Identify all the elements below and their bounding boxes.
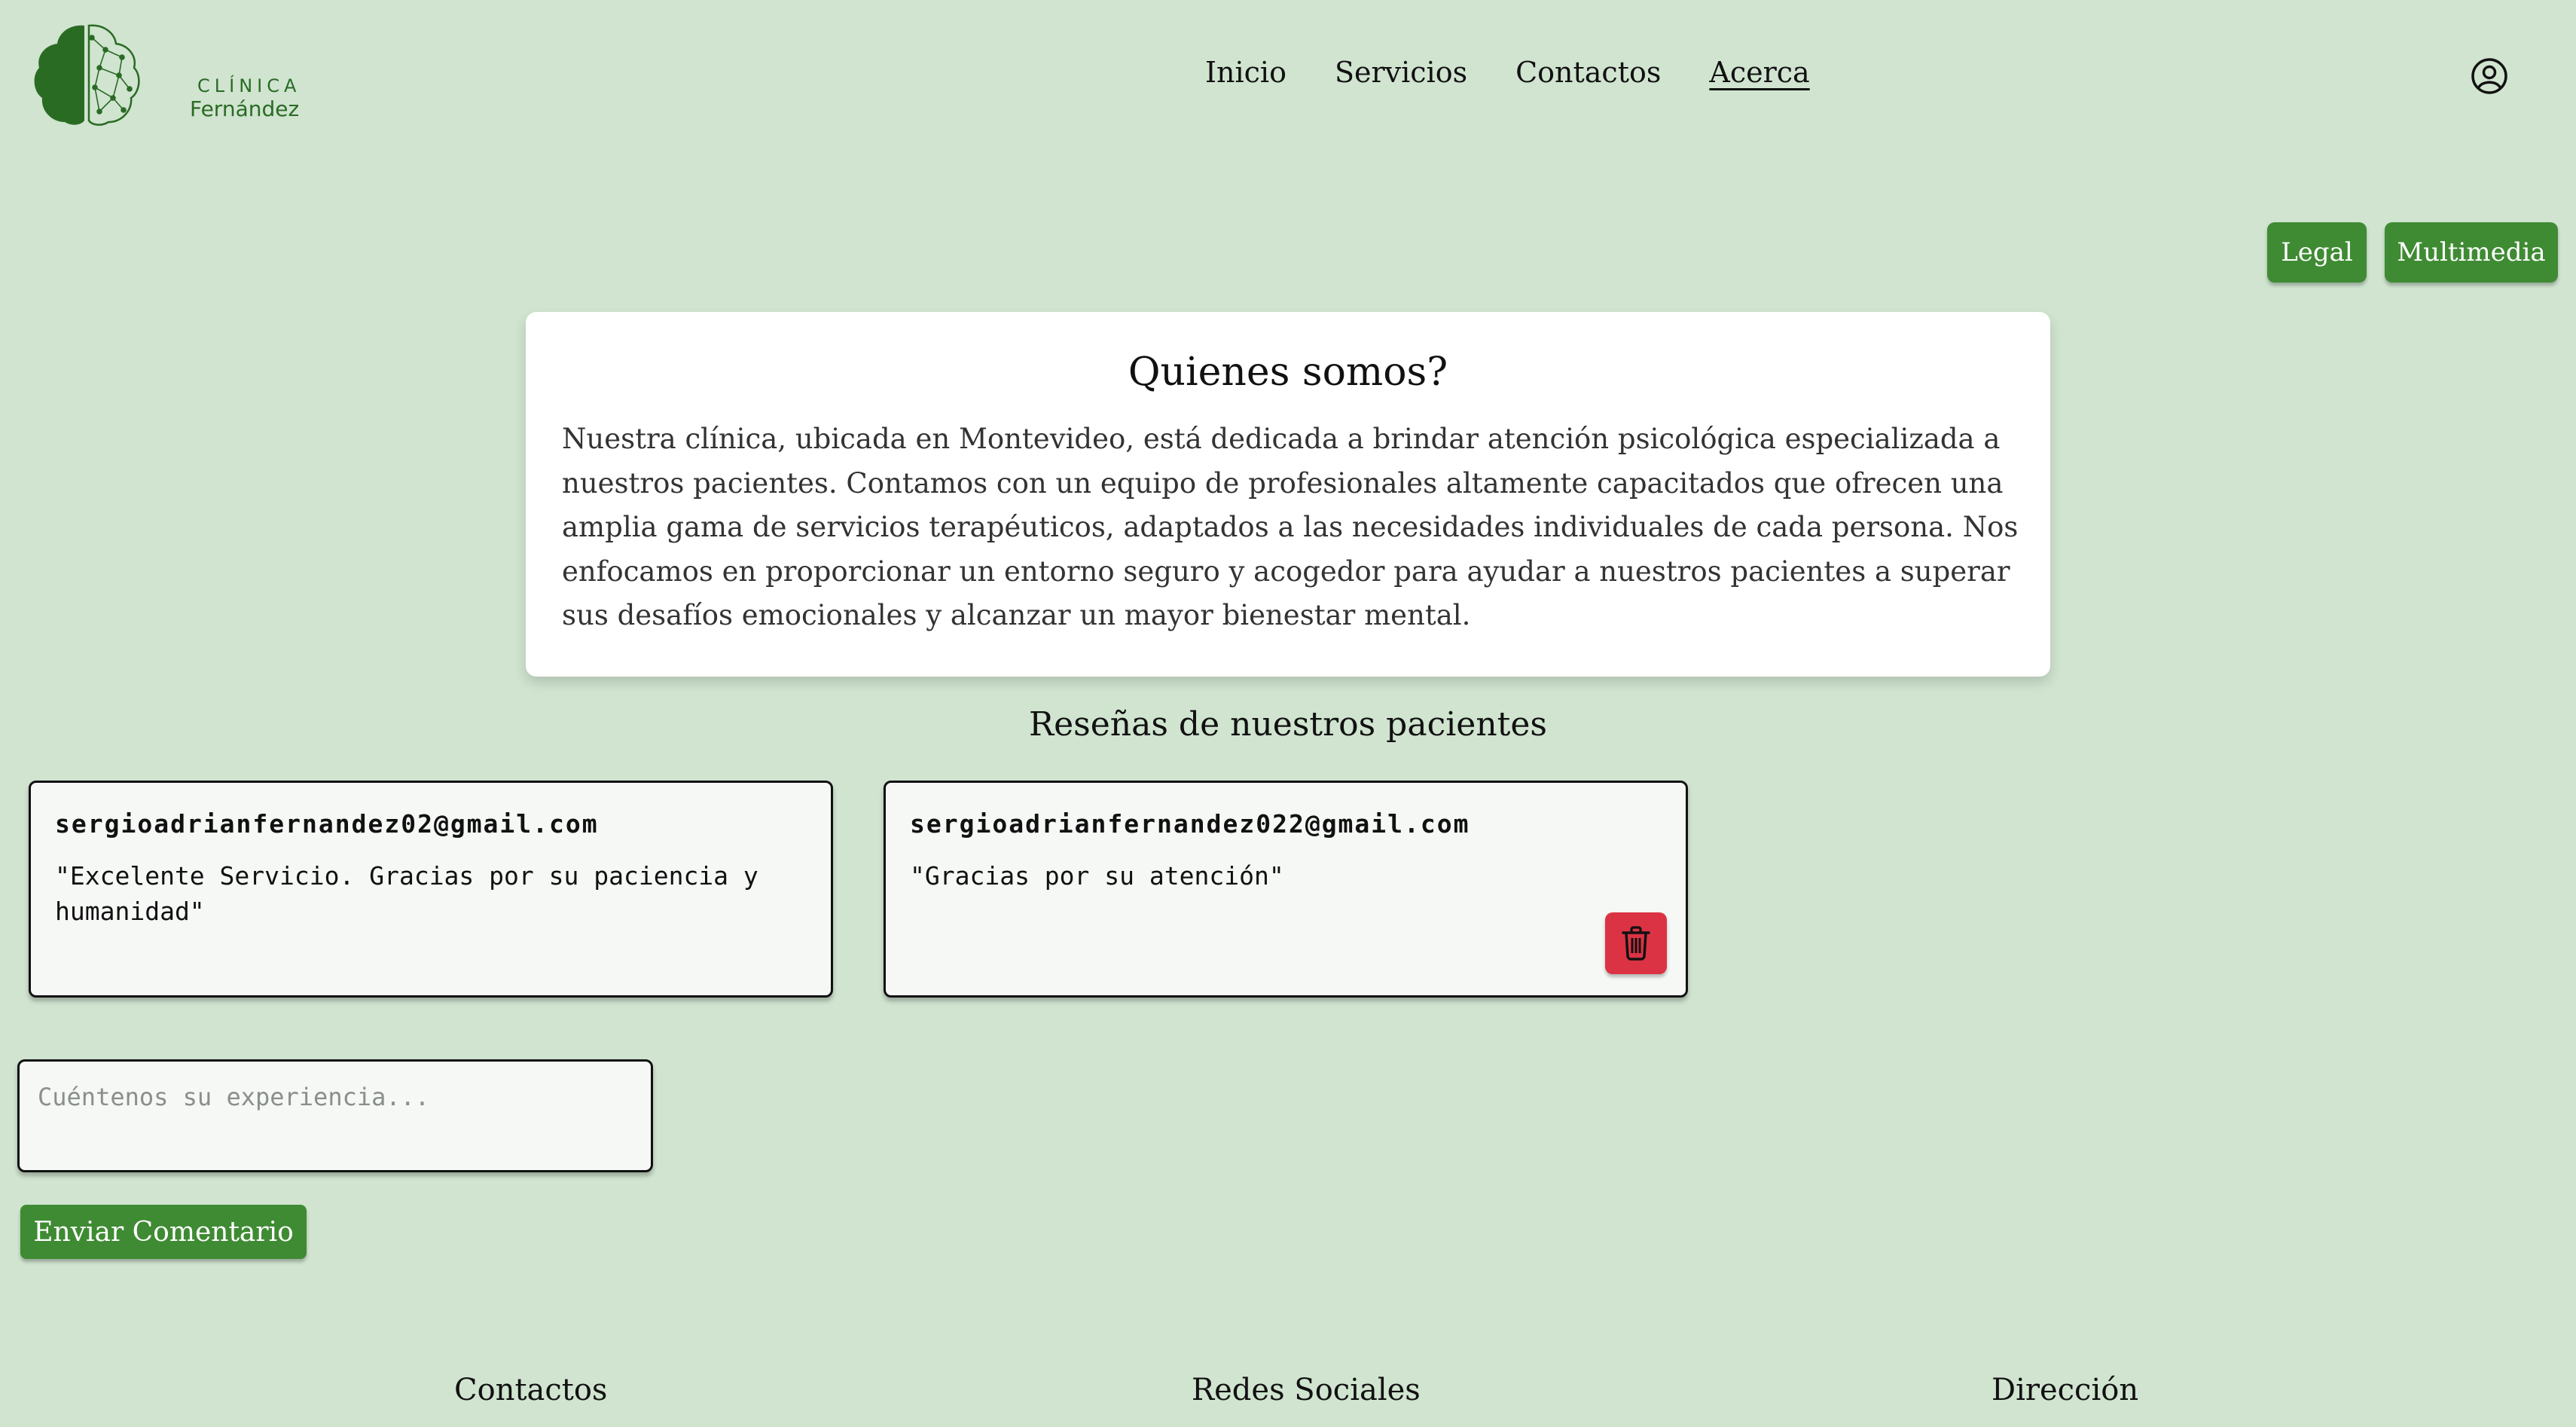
- legal-button[interactable]: Legal: [2267, 222, 2367, 283]
- delete-review-button[interactable]: [1605, 912, 1667, 974]
- review-text: "Gracias por su atención": [910, 861, 1284, 891]
- comment-input[interactable]: [17, 1059, 653, 1172]
- footer-heading-redes-sociales: Redes Sociales: [1192, 1373, 1421, 1407]
- nav-item-inicio[interactable]: Inicio: [1205, 56, 1286, 89]
- about-title: Quienes somos?: [1128, 350, 1448, 395]
- trash-icon: [1622, 926, 1650, 961]
- footer-heading-contactos: Contactos: [454, 1373, 608, 1407]
- multimedia-button[interactable]: Multimedia: [2385, 222, 2558, 283]
- brand-logo[interactable]: CLÍNICA Fernández: [30, 23, 299, 128]
- brand-line-2: Fernández: [190, 96, 300, 121]
- nav-item-acerca[interactable]: Acerca: [1709, 56, 1809, 89]
- brain-logo-icon: [34, 24, 140, 126]
- reviews-title: Reseñas de nuestros pacientes: [1029, 705, 1547, 744]
- user-circle-icon[interactable]: [2471, 57, 2508, 95]
- nav-item-servicios[interactable]: Servicios: [1335, 56, 1467, 89]
- review-card: sergioadrianfernandez02@gmail.com "Excel…: [29, 781, 833, 998]
- review-email: sergioadrianfernandez02@gmail.com: [55, 809, 599, 839]
- review-email: sergioadrianfernandez022@gmail.com: [910, 809, 1470, 839]
- review-text: "Excelente Servicio. Gracias por su paci…: [55, 861, 758, 926]
- about-text: Nuestra clínica, ubicada en Montevideo, …: [562, 423, 2019, 631]
- send-comment-button[interactable]: Enviar Comentario: [20, 1205, 307, 1259]
- main-nav: Inicio Servicios Contactos Acerca: [1205, 56, 1810, 89]
- about-card: Quienes somos? Nuestra clínica, ubicada …: [526, 312, 2050, 677]
- review-card: sergioadrianfernandez022@gmail.com "Grac…: [884, 781, 1688, 998]
- brand-line-1: CLÍNICA: [197, 75, 301, 96]
- nav-item-contactos[interactable]: Contactos: [1515, 56, 1661, 89]
- footer-heading-direccion: Dirección: [1992, 1373, 2139, 1407]
